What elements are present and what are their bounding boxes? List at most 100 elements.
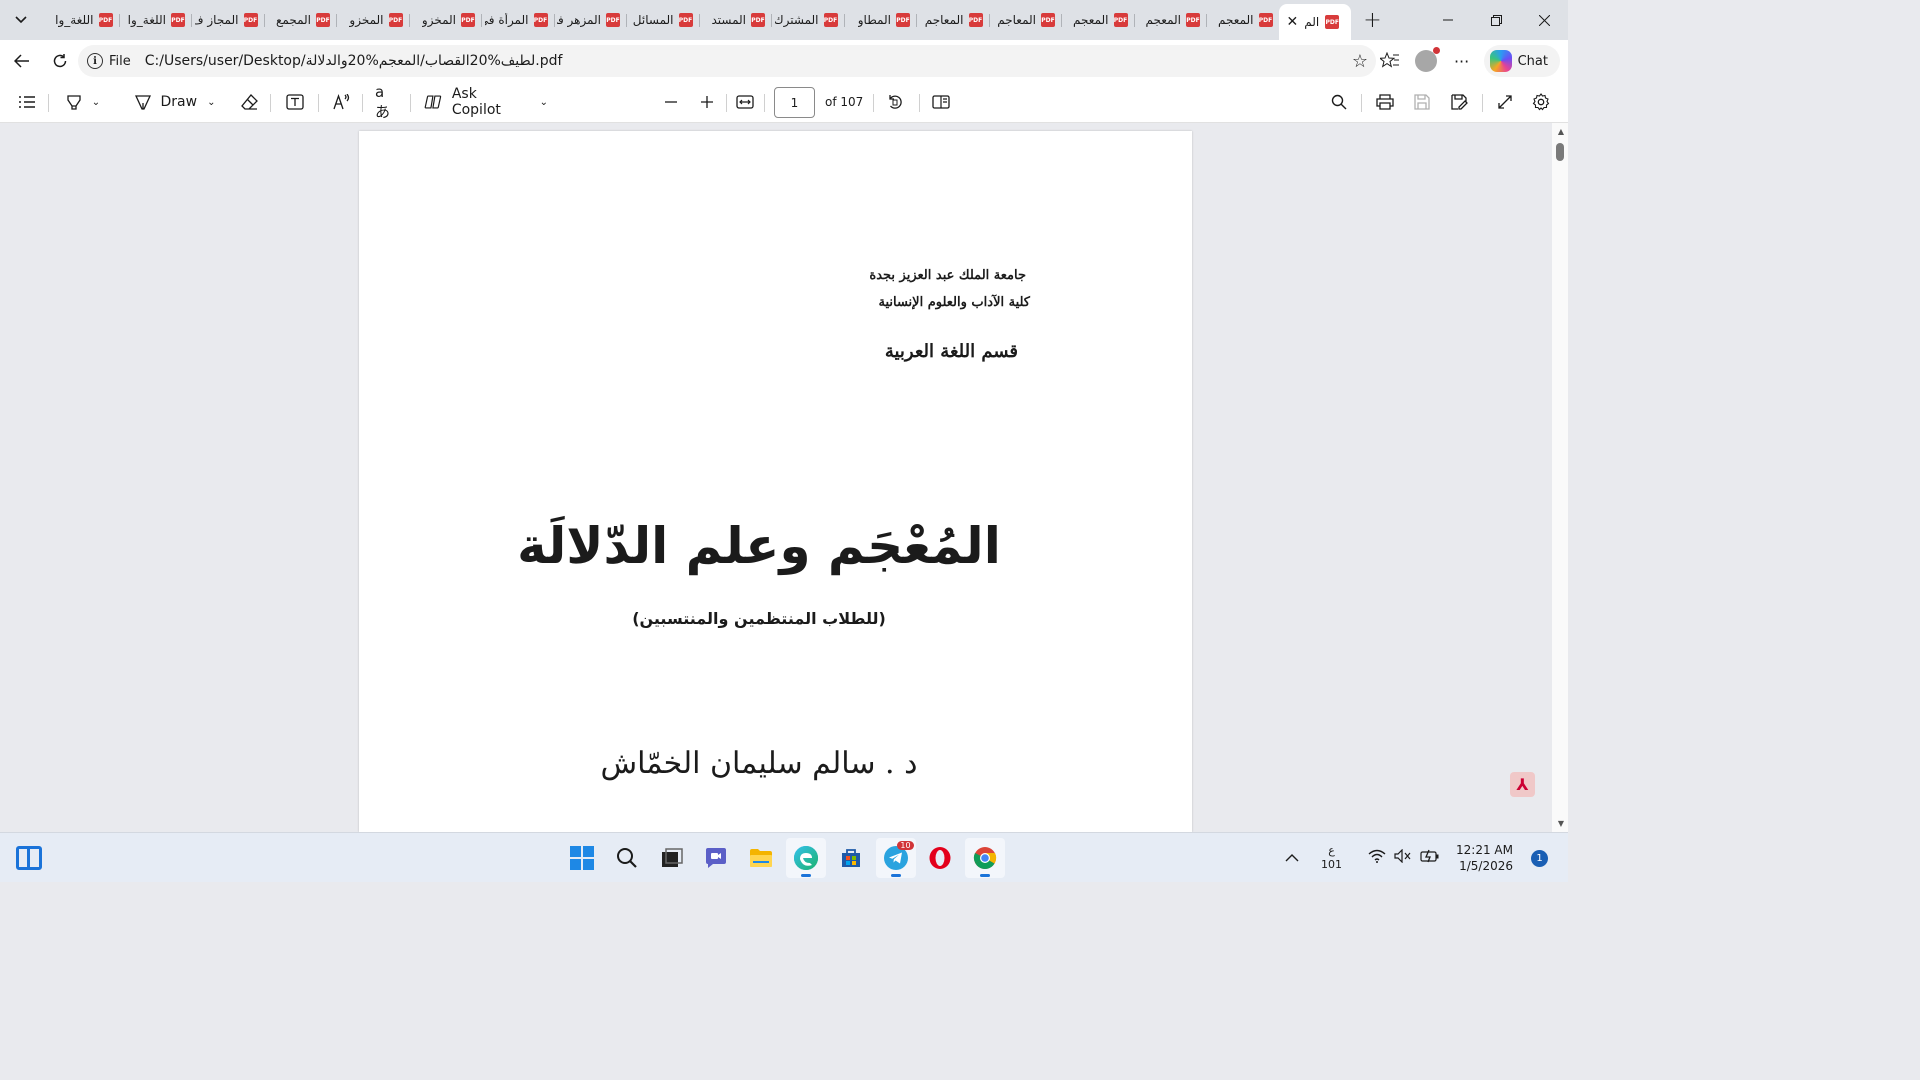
show-hidden-icons-chevron-up-icon[interactable] [1285, 851, 1299, 866]
folder-icon [750, 849, 773, 867]
tab-title: المجاز ف [194, 13, 239, 27]
pdf-file-icon: PDF [461, 13, 475, 27]
new-tab-button[interactable]: + [1357, 4, 1389, 36]
telegram-button[interactable]: 10 [875, 838, 916, 878]
search-button[interactable] [1328, 82, 1350, 122]
wifi-icon[interactable] [1368, 849, 1386, 867]
clock[interactable]: 12:21 AM 1/5/2026 [1456, 842, 1513, 874]
store-button[interactable] [831, 838, 871, 878]
tab-list: اللغة_وا PDF اللغة_وا PDF المجاز ف PDF المجمع P… [46, 0, 1279, 40]
favorite-star-icon[interactable]: ☆ [1352, 51, 1368, 72]
opera-button[interactable] [920, 838, 960, 878]
save-as-button[interactable] [1448, 82, 1470, 122]
acrobat-icon[interactable]: ⅄ [1510, 772, 1535, 797]
volume-muted-icon[interactable] [1394, 848, 1412, 867]
translate-button[interactable]: aあ [375, 82, 397, 122]
zoom-in-button[interactable] [696, 82, 718, 122]
tab[interactable]: المجاز ف PDF [191, 5, 264, 35]
refresh-button[interactable] [42, 43, 78, 79]
scrollbar-thumb[interactable] [1556, 143, 1564, 161]
notification-badge[interactable]: 1 [1531, 849, 1548, 867]
tab[interactable]: المخزو PDF [336, 5, 409, 35]
tab[interactable]: اللغة_وا PDF [46, 5, 119, 35]
tab-title: المسائل [632, 13, 674, 27]
vertical-scrollbar[interactable]: ▲ ▼ [1552, 123, 1568, 832]
start-button[interactable] [562, 838, 602, 878]
page-number-input[interactable]: 1 [774, 87, 815, 118]
tab[interactable]: المعاجم PDF [988, 5, 1062, 35]
separator [410, 94, 411, 112]
pdf-file-icon: PDF [606, 13, 620, 27]
address-bar[interactable]: i File C:/Users/user/Desktop/لطيف%20القص… [78, 45, 1376, 77]
fit-width-icon [736, 95, 754, 109]
page-view-button[interactable] [930, 82, 952, 122]
print-button[interactable] [1374, 82, 1396, 122]
separator [726, 94, 727, 112]
battery-icon[interactable] [1420, 849, 1440, 867]
edge-button[interactable] [785, 838, 826, 878]
tab-active[interactable]: ✕ الم PDF [1278, 4, 1351, 40]
separator [362, 94, 363, 112]
tab[interactable]: المسائل PDF [626, 5, 699, 35]
tab[interactable]: المشترك PDF [771, 5, 844, 35]
add-text-button[interactable] [284, 82, 306, 122]
tab[interactable]: المجمع PDF [263, 5, 337, 35]
tab-title: المخزو [349, 13, 384, 27]
url-text[interactable]: C:/Users/user/Desktop/لطيف%20القصاب/المع… [145, 53, 563, 69]
contents-button[interactable] [16, 82, 38, 122]
pdf-viewport[interactable]: جامعة الملك عبد العزيز بجدة كلية الآداب … [0, 123, 1568, 832]
minimize-button[interactable] [1424, 0, 1472, 40]
tab-title: المجمع [276, 13, 311, 27]
draw-button[interactable]: Draw ⌄ [130, 82, 220, 122]
minus-icon [665, 101, 677, 103]
tab[interactable]: المطاو PDF [843, 5, 917, 35]
restore-button[interactable] [1472, 0, 1520, 40]
rotate-button[interactable] [884, 82, 906, 122]
close-window-button[interactable] [1520, 0, 1568, 40]
copilot-chat-button[interactable]: Chat [1483, 45, 1560, 77]
profile-button[interactable] [1408, 43, 1444, 79]
tab[interactable]: المستد PDF [698, 5, 772, 35]
zoom-out-button[interactable] [660, 82, 682, 122]
chrome-button[interactable] [965, 838, 1006, 878]
widgets-icon[interactable] [16, 846, 42, 870]
pdf-file-icon: PDF [533, 13, 548, 27]
favorites-button[interactable] [1372, 43, 1408, 79]
info-icon[interactable]: i [87, 53, 103, 69]
tab-actions-menu-button[interactable] [4, 5, 38, 35]
scroll-up-arrow-icon[interactable]: ▲ [1558, 127, 1564, 136]
edge-icon [793, 846, 818, 870]
fit-to-width-button[interactable] [734, 82, 756, 122]
tab[interactable]: المعجم PDF [1061, 5, 1134, 35]
tab[interactable]: المعاجم PDF [916, 5, 989, 35]
pdf-toolbar: ⌄ Draw ⌄ aあ Ask Copilot ⌄ 1 of 107 [0, 82, 1568, 123]
tab-title: المعاجم [997, 13, 1036, 27]
more-menu-button[interactable]: ··· [1444, 43, 1480, 79]
taskbar-search-button[interactable] [607, 838, 647, 878]
highlight-button[interactable]: ⌄ [61, 82, 105, 122]
chevron-down-icon [15, 16, 27, 24]
teams-meet-button[interactable] [696, 838, 736, 878]
tab[interactable]: المزهر في PDF [553, 5, 627, 35]
scroll-down-arrow-icon[interactable]: ▼ [1558, 819, 1564, 828]
erase-button[interactable] [238, 82, 260, 122]
fullscreen-button[interactable] [1494, 82, 1516, 122]
tab[interactable]: المعجم PDF [1133, 5, 1207, 35]
tab[interactable]: اللغة_وا PDF [118, 5, 192, 35]
pdf-page: جامعة الملك عبد العزيز بجدة كلية الآداب … [359, 131, 1192, 832]
back-button[interactable] [4, 43, 40, 79]
close-tab-icon[interactable]: ✕ [1287, 14, 1299, 30]
pdf-file-icon: PDF [1041, 13, 1055, 27]
tab[interactable]: المرأة في PDF [481, 5, 554, 35]
input-language-indicator[interactable]: ع 101 [1321, 844, 1342, 872]
pdf-file-icon: PDF [678, 13, 693, 27]
tab[interactable]: المخزو PDF [408, 5, 482, 35]
file-explorer-button[interactable] [741, 838, 781, 878]
task-view-button[interactable] [652, 838, 692, 878]
settings-button[interactable] [1530, 82, 1552, 122]
save-button[interactable] [1411, 82, 1433, 122]
ask-copilot-button[interactable]: Ask Copilot ⌄ [424, 82, 548, 122]
read-aloud-button[interactable] [331, 82, 353, 122]
tab-title: المزهر في [557, 13, 601, 27]
tab[interactable]: المعجم PDF [1206, 5, 1279, 35]
